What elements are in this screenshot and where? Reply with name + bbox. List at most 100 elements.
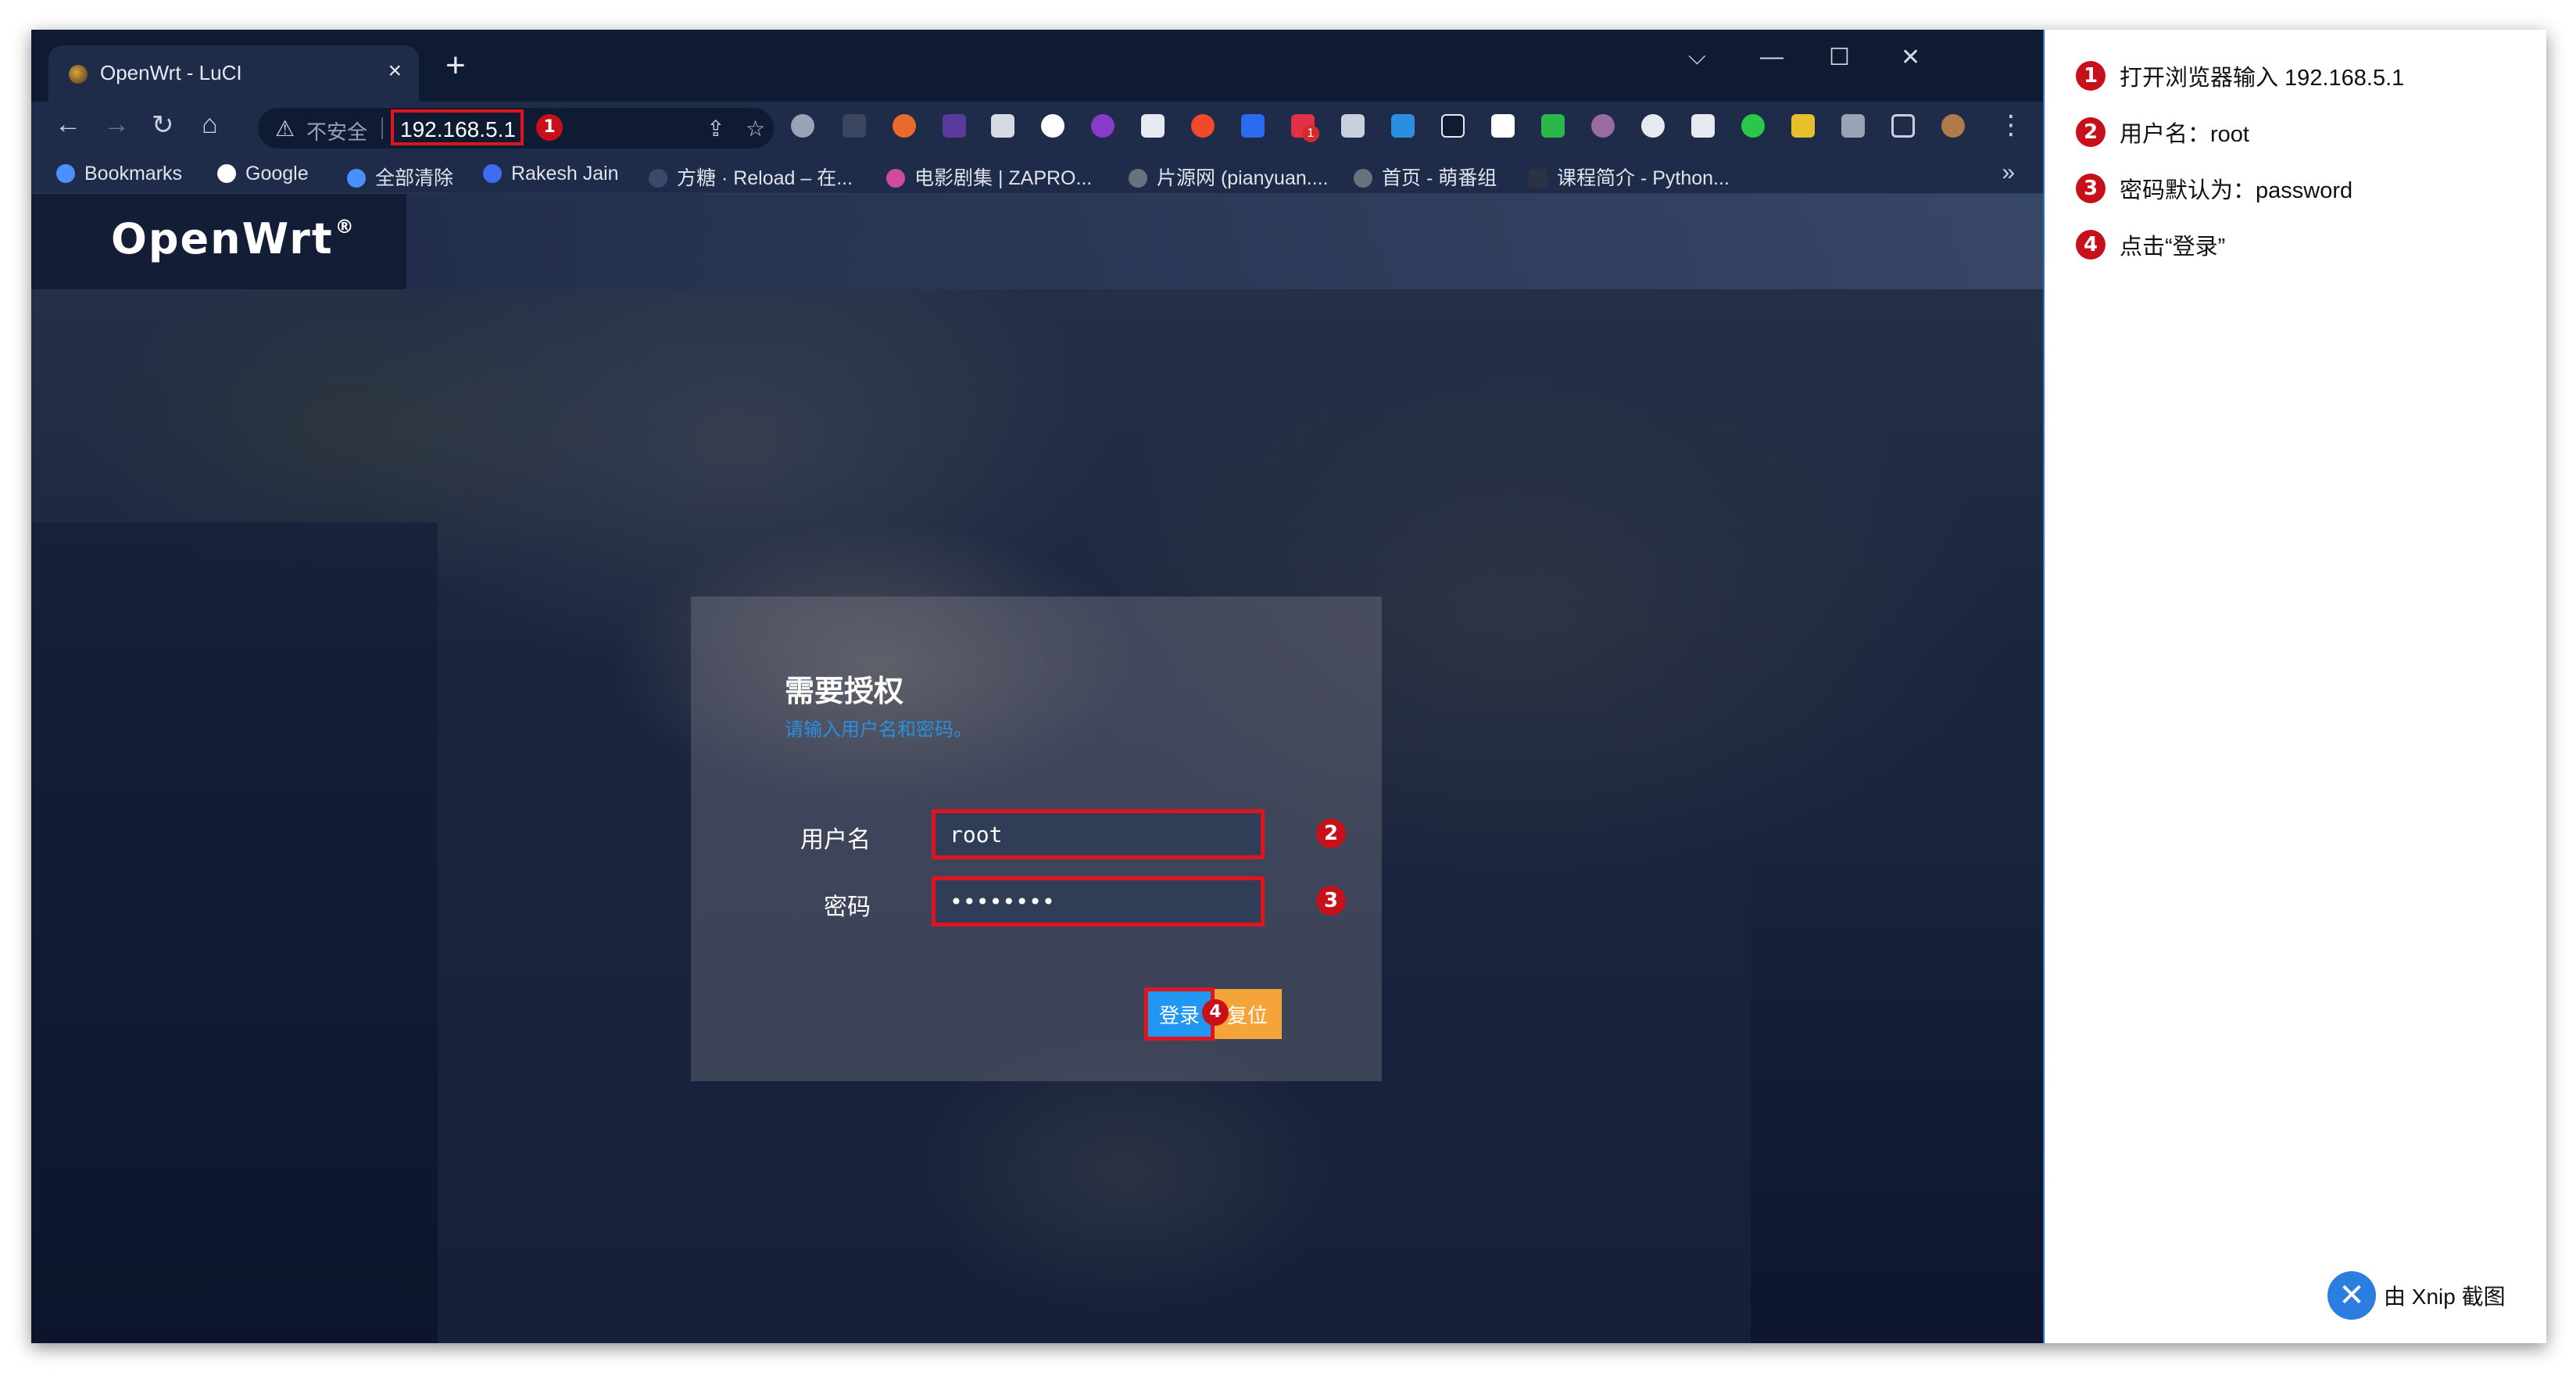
green-extension-icon[interactable] xyxy=(1541,114,1565,138)
list-extension-icon[interactable] xyxy=(991,114,1014,138)
maximize-button[interactable]: ☐ xyxy=(1829,44,1850,71)
tab-openwrt[interactable]: OpenWrt - LuCI × xyxy=(48,45,419,102)
reload-icon[interactable]: ↻ xyxy=(152,109,174,141)
d-extension-icon[interactable] xyxy=(1741,114,1765,138)
brand-logo[interactable]: OpenWrt® xyxy=(111,214,356,263)
zapro-icon xyxy=(886,169,905,188)
google-icon xyxy=(217,164,236,183)
instapaper-extension-icon[interactable] xyxy=(1491,114,1515,138)
bookmark-star-icon[interactable]: ☆ xyxy=(746,116,765,142)
tab-title: OpenWrt - LuCI xyxy=(100,61,242,84)
bookmarks-bar: Bookmarks Google 全部清除 Rakesh Jain 方糖 · R… xyxy=(31,153,2043,194)
globe-icon xyxy=(1354,169,1372,188)
screenshot-frame: OpenWrt - LuCI × + ⌵ — ☐ ✕ ← → ↻ ⌂ ⚠ 不安全… xyxy=(31,30,2546,1343)
page-header: OpenWrt® xyxy=(31,194,2043,289)
bookmark-item[interactable]: 课程简介 - Python... xyxy=(1529,163,1730,191)
browser-menu-icon[interactable]: ⋮ xyxy=(1998,109,2024,141)
password-input[interactable] xyxy=(936,880,1261,923)
step-text: 打开浏览器输入 192.168.5.1 xyxy=(2120,66,2405,91)
close-tab-icon[interactable]: × xyxy=(388,58,402,84)
purple-extension-icon[interactable] xyxy=(1091,114,1114,138)
new-tab-button[interactable]: + xyxy=(445,48,466,83)
xnip-watermark: ✕ 由 Xnip 截图 xyxy=(2327,1271,2506,1320)
puzzle-icon[interactable] xyxy=(1841,114,1865,138)
fangtang-icon xyxy=(649,169,667,188)
red-extension-icon[interactable] xyxy=(1191,114,1215,138)
security-status[interactable]: 不安全 xyxy=(306,116,367,145)
download-extension-icon[interactable] xyxy=(1341,114,1365,138)
notion-extension-icon[interactable] xyxy=(1141,114,1165,138)
password-field[interactable] xyxy=(932,876,1265,926)
back-icon[interactable]: ← xyxy=(55,109,81,140)
address-bar[interactable]: ⚠ 不安全 192.168.5.1 1 ⇪ ☆ xyxy=(258,108,774,149)
brand-block: OpenWrt® xyxy=(31,194,406,289)
forward-icon[interactable]: → xyxy=(103,109,130,140)
browser-window: OpenWrt - LuCI × + ⌵ — ☐ ✕ ← → ↻ ⌂ ⚠ 不安全… xyxy=(31,30,2043,1343)
mail-count-badge: 1 xyxy=(1302,125,1319,142)
step-text: 密码默认为：password xyxy=(2120,178,2353,203)
sidepanel-icon[interactable] xyxy=(1891,114,1915,138)
bookmark-item[interactable]: 方糖 · Reload – 在... xyxy=(649,163,853,191)
close-window-button[interactable]: ✕ xyxy=(1901,44,1920,71)
star-icon xyxy=(56,164,75,183)
step-number: 3 xyxy=(2076,174,2106,203)
chart-extension-icon[interactable] xyxy=(1241,114,1265,138)
watermark-text: 由 Xnip 截图 xyxy=(2384,1285,2506,1309)
m-extension-icon[interactable] xyxy=(1441,114,1465,138)
globe-extension-icon[interactable] xyxy=(1041,114,1064,138)
username-label: 用户名 xyxy=(800,827,871,853)
book-extension-icon[interactable] xyxy=(1391,114,1415,138)
url-text[interactable]: 192.168.5.1 xyxy=(400,117,516,142)
mail-extension-icon[interactable]: 1 xyxy=(1291,114,1319,142)
bookmark-item[interactable]: 片源网 (pianyuan.... xyxy=(1129,163,1329,191)
search-extension-icon[interactable] xyxy=(1641,114,1665,138)
instruction-step: 3 密码默认为：password xyxy=(2076,172,2352,203)
login-button[interactable]: 登录 xyxy=(1148,991,1211,1037)
bookmark-item[interactable]: 电影剧集 | ZAPRO... xyxy=(886,163,1092,191)
bookmark-item[interactable]: Rakesh Jain xyxy=(483,163,619,185)
home-icon[interactable]: ⌂ xyxy=(202,109,218,140)
url-highlight-box: 192.168.5.1 xyxy=(391,109,524,145)
cube-extension-icon[interactable] xyxy=(943,114,966,138)
background-sea xyxy=(31,522,438,1343)
browser-toolbar: ← → ↻ ⌂ ⚠ 不安全 192.168.5.1 1 ⇪ ☆ 1 ⋮ xyxy=(31,102,2043,153)
xnip-logo-icon: ✕ xyxy=(2327,1271,2376,1320)
avatar-extension-icon[interactable] xyxy=(1591,114,1615,138)
warning-icon: ⚠ xyxy=(275,116,295,141)
minimize-button[interactable]: — xyxy=(1760,44,1784,70)
bookmark-item[interactable]: Bookmarks xyxy=(56,163,182,185)
orange-extension-icon[interactable] xyxy=(893,114,916,138)
instruction-step: 4 点击“登录” xyxy=(2076,228,2225,260)
instruction-panel: 1 打开浏览器输入 192.168.5.1 2 用户名：root 3 密码默认为：pa… xyxy=(2043,30,2546,1343)
username-input[interactable] xyxy=(936,813,1261,855)
step-number: 4 xyxy=(2076,230,2106,260)
password-label: 密码 xyxy=(824,894,871,920)
settings-extension-icon[interactable] xyxy=(791,114,814,138)
bookmarks-overflow-icon[interactable]: » xyxy=(2002,159,2015,186)
step-badge-3: 3 xyxy=(1316,886,1346,916)
bookmark-item[interactable]: 全部清除 xyxy=(347,163,453,191)
profile-avatar[interactable] xyxy=(1941,114,1965,138)
tab-search-icon[interactable]: ⌵ xyxy=(1688,44,1706,70)
b-extension-icon[interactable] xyxy=(1691,114,1715,138)
x-extension-icon[interactable] xyxy=(843,114,866,138)
rakesh-icon xyxy=(483,164,502,183)
step-text: 用户名：root xyxy=(2120,122,2249,147)
username-field[interactable] xyxy=(932,809,1265,859)
download-icon xyxy=(347,169,366,188)
step-text: 点击“登录” xyxy=(2120,235,2226,260)
openwrt-page: OpenWrt® 需要授权 请输入用户名和密码。 用户名 2 密码 3 复位 登 xyxy=(31,194,2043,1343)
step-number: 2 xyxy=(2076,117,2106,147)
tab-bar: OpenWrt - LuCI × + ⌵ — ☐ ✕ xyxy=(31,30,2043,102)
omnibox-divider xyxy=(381,117,383,139)
bookmark-item[interactable]: Google xyxy=(217,163,309,185)
share-icon[interactable]: ⇪ xyxy=(707,116,724,142)
instruction-step: 2 用户名：root xyxy=(2076,116,2249,147)
bookmark-item[interactable]: 首页 - 萌番组 xyxy=(1354,163,1497,191)
step-badge-2: 2 xyxy=(1316,819,1346,848)
login-panel: 需要授权 请输入用户名和密码。 用户名 2 密码 3 复位 登录 4 xyxy=(691,597,1382,1081)
globe-icon xyxy=(1129,169,1147,188)
openwrt-favicon-icon xyxy=(69,65,88,84)
yellow-extension-icon[interactable] xyxy=(1791,114,1815,138)
python-course-icon xyxy=(1529,169,1547,188)
